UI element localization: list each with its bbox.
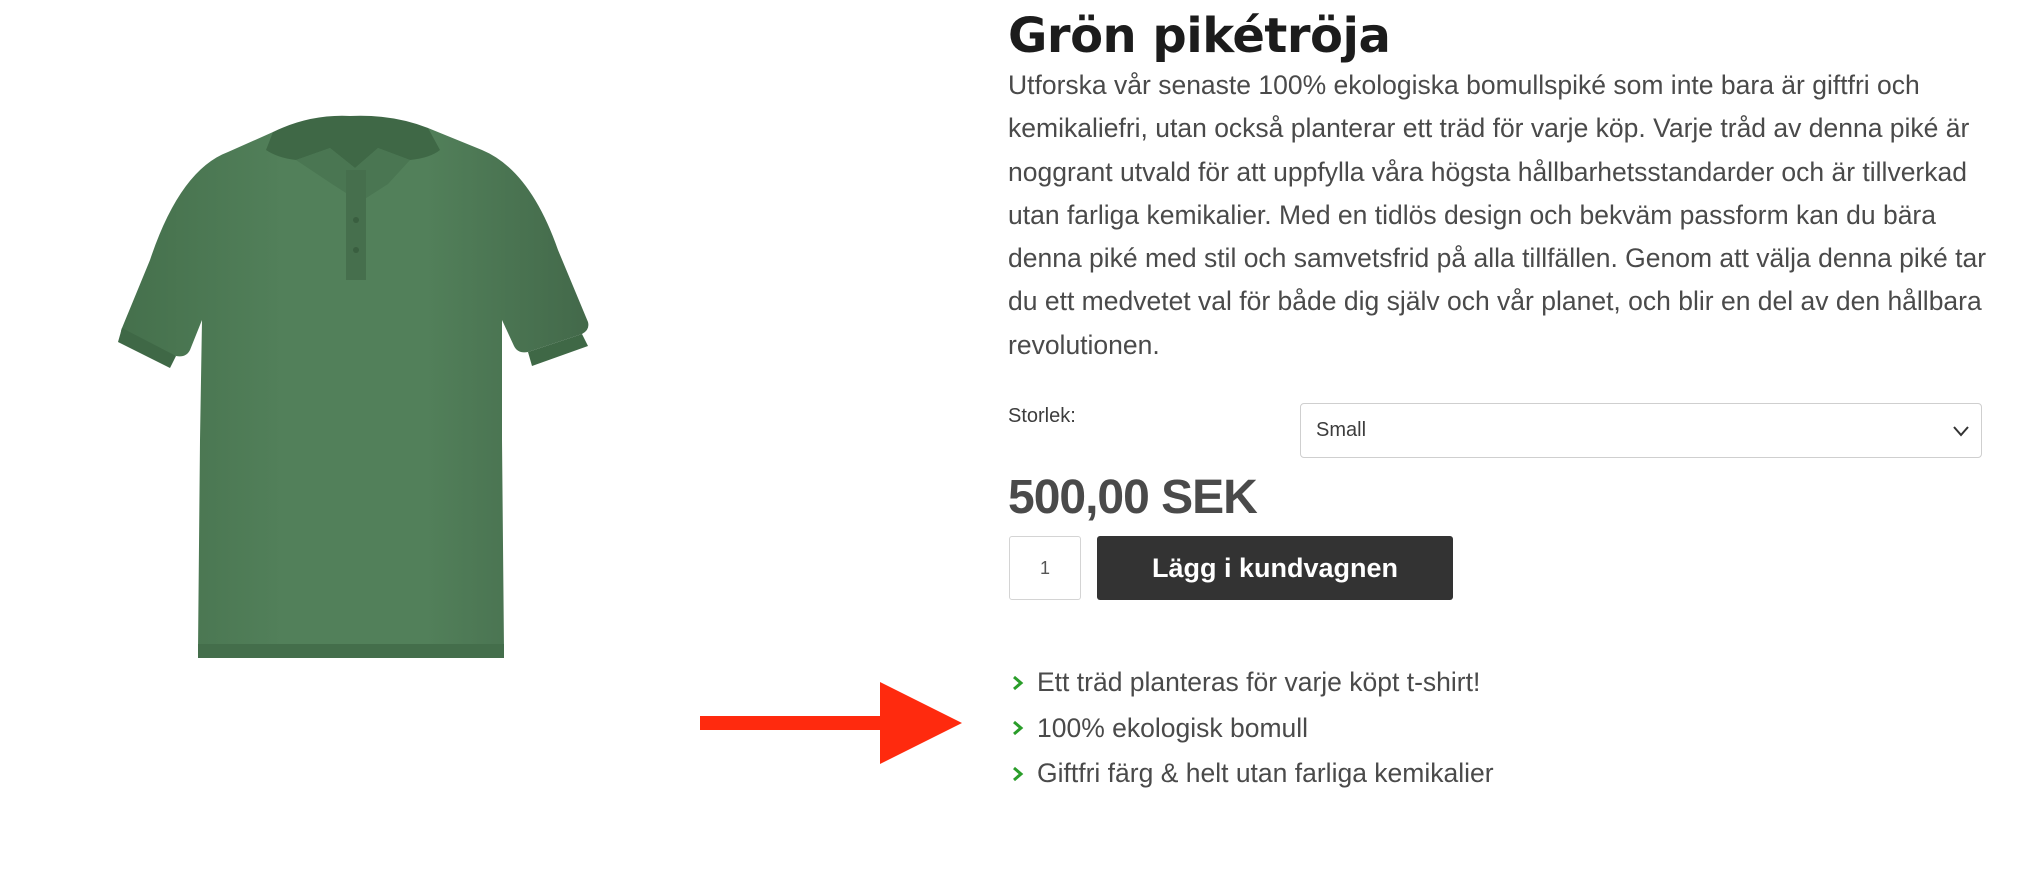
product-description: Utforska vår senaste 100% ekologiska bom…: [1008, 70, 1987, 360]
chevron-right-icon: [1013, 721, 1024, 736]
size-label: Storlek:: [1008, 405, 1076, 427]
list-item: Giftfri färg & helt utan farliga kemikal…: [1008, 751, 1494, 797]
feature-text: Giftfri färg & helt utan farliga kemikal…: [1037, 758, 1494, 789]
feature-list: Ett träd planteras för varje köpt t-shir…: [1008, 660, 1494, 797]
product-image: [118, 115, 589, 658]
product-title: Grön pikétröja: [1008, 8, 1391, 64]
feature-text: Ett träd planteras för varje köpt t-shir…: [1037, 667, 1481, 698]
chevron-right-icon: [1013, 675, 1024, 690]
chevron-down-icon: [1953, 426, 1969, 437]
size-select[interactable]: Small: [1300, 403, 1982, 458]
size-selected-value: Small: [1316, 419, 1367, 441]
list-item: 100% ekologisk bomull: [1008, 706, 1494, 752]
add-to-cart-button[interactable]: Lägg i kundvagnen: [1097, 536, 1453, 600]
quantity-input[interactable]: [1009, 536, 1081, 600]
chevron-right-icon: [1013, 766, 1024, 781]
feature-text: 100% ekologisk bomull: [1037, 712, 1309, 743]
product-price: 500,00 SEK: [1008, 471, 1258, 524]
list-item: Ett träd planteras för varje köpt t-shir…: [1008, 660, 1494, 706]
annotation-arrow: [700, 682, 962, 764]
